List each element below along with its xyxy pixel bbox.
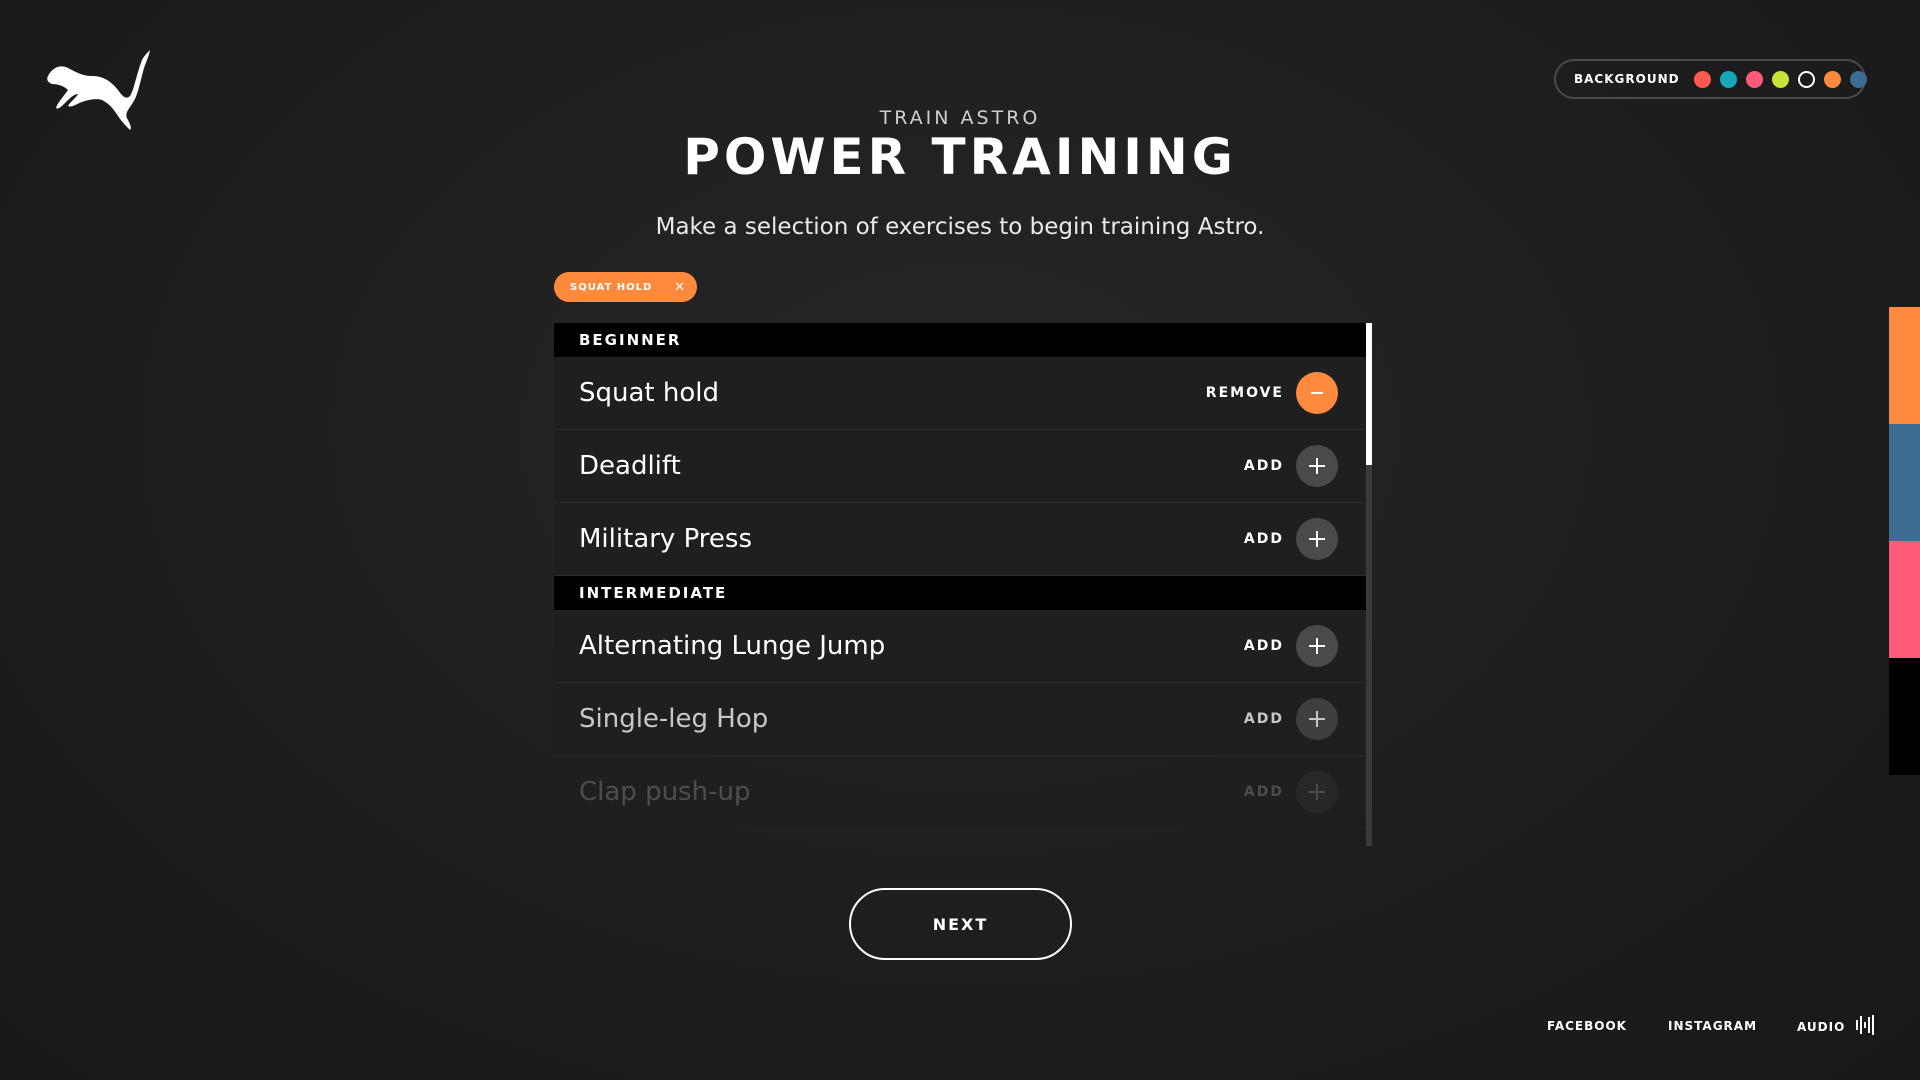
background-swatch-4[interactable] <box>1771 70 1789 88</box>
side-accent-segment <box>1889 424 1920 541</box>
next-button[interactable]: NEXT <box>849 888 1072 960</box>
exercise-name: Alternating Lunge Jump <box>579 631 886 661</box>
plus-icon[interactable] <box>1296 625 1338 667</box>
audio-label: AUDIO <box>1797 1020 1846 1034</box>
exercise-name: Military Press <box>579 524 752 554</box>
selected-exercise-chip[interactable]: SQUAT HOLD ✕ <box>554 272 697 302</box>
exercise-row-single-leg-hop[interactable]: Single-leg Hop ADD <box>554 683 1366 756</box>
background-swatches <box>1693 70 1876 88</box>
page-subtitle: Make a selection of exercises to begin t… <box>655 214 1265 240</box>
list-scrollbar[interactable] <box>1366 323 1372 846</box>
plus-icon[interactable] <box>1296 698 1338 740</box>
exercise-name: Deadlift <box>579 451 681 481</box>
add-exercise-button[interactable]: ADD <box>1244 771 1338 813</box>
exercise-list[interactable]: BEGINNER Squat hold REMOVE Deadlift ADD <box>554 323 1368 846</box>
remove-label: REMOVE <box>1205 385 1284 401</box>
background-swatch-1[interactable] <box>1693 70 1711 88</box>
add-label: ADD <box>1243 638 1284 654</box>
exercise-row-clap-push-up[interactable]: Clap push-up ADD <box>554 756 1366 829</box>
close-icon[interactable]: ✕ <box>674 280 685 295</box>
audio-toggle[interactable]: AUDIO <box>1797 1014 1877 1040</box>
background-swatch-2[interactable] <box>1719 70 1737 88</box>
page-title: POWER TRAINING <box>683 128 1237 186</box>
side-accent-segment <box>1889 307 1920 424</box>
side-accent-bar <box>1889 307 1920 775</box>
audio-bars-icon[interactable] <box>1855 1014 1877 1040</box>
side-accent-segment <box>1889 541 1920 658</box>
add-label: ADD <box>1243 458 1284 474</box>
add-label: ADD <box>1243 531 1284 547</box>
list-scrollbar-thumb[interactable] <box>1366 323 1372 465</box>
exercise-name: Clap push-up <box>579 777 751 807</box>
plus-icon[interactable] <box>1296 518 1338 560</box>
exercise-row-alternating-lunge-jump[interactable]: Alternating Lunge Jump ADD <box>554 610 1366 683</box>
exercise-row-deadlift[interactable]: Deadlift ADD <box>554 430 1366 503</box>
add-label: ADD <box>1243 711 1284 727</box>
background-swatch-6[interactable] <box>1823 70 1841 88</box>
exercise-name: Squat hold <box>579 378 719 408</box>
page-eyebrow: TRAIN ASTRO <box>879 107 1041 129</box>
exercise-row-squat-hold[interactable]: Squat hold REMOVE <box>554 357 1366 430</box>
facebook-link[interactable]: FACEBOOK <box>1547 1019 1627 1033</box>
plus-icon[interactable] <box>1296 771 1338 813</box>
add-exercise-button[interactable]: ADD <box>1244 698 1338 740</box>
add-label: ADD <box>1243 784 1284 800</box>
instagram-link[interactable]: INSTAGRAM <box>1668 1019 1757 1033</box>
background-picker: BACKGROUND <box>1554 59 1867 99</box>
exercise-row-military-press[interactable]: Military Press ADD <box>554 503 1366 576</box>
background-swatch-5[interactable] <box>1797 70 1815 88</box>
remove-exercise-button[interactable]: REMOVE <box>1206 372 1338 414</box>
section-header-intermediate: INTERMEDIATE <box>554 576 1366 610</box>
section-header-beginner: BEGINNER <box>554 323 1366 357</box>
add-exercise-button[interactable]: ADD <box>1244 518 1338 560</box>
background-swatch-7[interactable] <box>1849 70 1867 88</box>
side-accent-segment <box>1889 658 1920 775</box>
add-exercise-button[interactable]: ADD <box>1244 445 1338 487</box>
plus-icon[interactable] <box>1296 445 1338 487</box>
page: BACKGROUND TRAIN ASTRO POWER TRAINING Ma… <box>0 0 1920 1080</box>
background-swatch-3[interactable] <box>1745 70 1763 88</box>
add-exercise-button[interactable]: ADD <box>1244 625 1338 667</box>
selected-exercise-chip-label: SQUAT HOLD <box>570 281 653 293</box>
background-picker-label: BACKGROUND <box>1574 72 1680 86</box>
exercise-name: Single-leg Hop <box>579 704 769 734</box>
minus-icon[interactable] <box>1296 372 1338 414</box>
